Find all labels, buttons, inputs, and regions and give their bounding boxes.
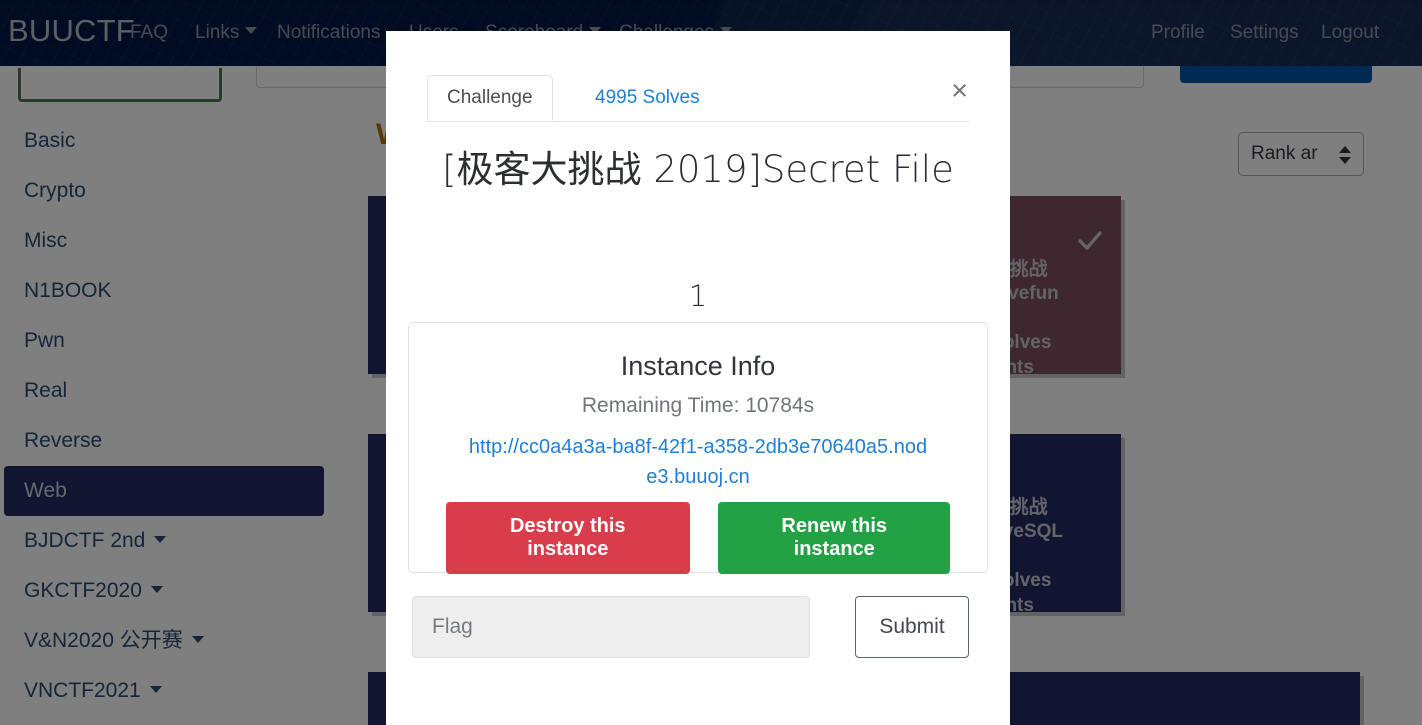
challenge-modal: Challenge 4995 Solves × [极客大挑战 2019]Secr… bbox=[386, 31, 1010, 725]
instance-info-panel: Instance Info Remaining Time: 10784s htt… bbox=[408, 322, 988, 574]
app-root: BasicCryptoMiscN1BOOKPwnRealReverseWebBJ… bbox=[0, 0, 1422, 725]
instance-remaining-time: Remaining Time: 10784s bbox=[581, 394, 815, 417]
instance-action-row: Destroy this instance Renew this instanc… bbox=[409, 502, 987, 574]
instance-info-heading: Instance Info bbox=[620, 351, 776, 381]
challenge-title: [极客大挑战 2019]Secret File bbox=[442, 148, 954, 191]
tab-solves[interactable]: 4995 Solves bbox=[575, 75, 720, 121]
submit-flag-button[interactable]: Submit bbox=[855, 596, 969, 658]
renew-instance-button[interactable]: Renew this instance bbox=[718, 502, 951, 574]
tab-challenge[interactable]: Challenge bbox=[427, 75, 553, 121]
flag-submit-row: Submit bbox=[412, 596, 982, 658]
close-icon[interactable]: × bbox=[951, 77, 968, 106]
destroy-instance-button[interactable]: Destroy this instance bbox=[445, 502, 690, 574]
instance-url-link[interactable]: http://cc0a4a3a-ba8f-42f1-a358-2db3e7064… bbox=[409, 432, 987, 492]
modal-tab-bar: Challenge 4995 Solves bbox=[427, 75, 969, 122]
challenge-points: 1 bbox=[688, 279, 708, 313]
flag-input[interactable] bbox=[412, 596, 810, 658]
